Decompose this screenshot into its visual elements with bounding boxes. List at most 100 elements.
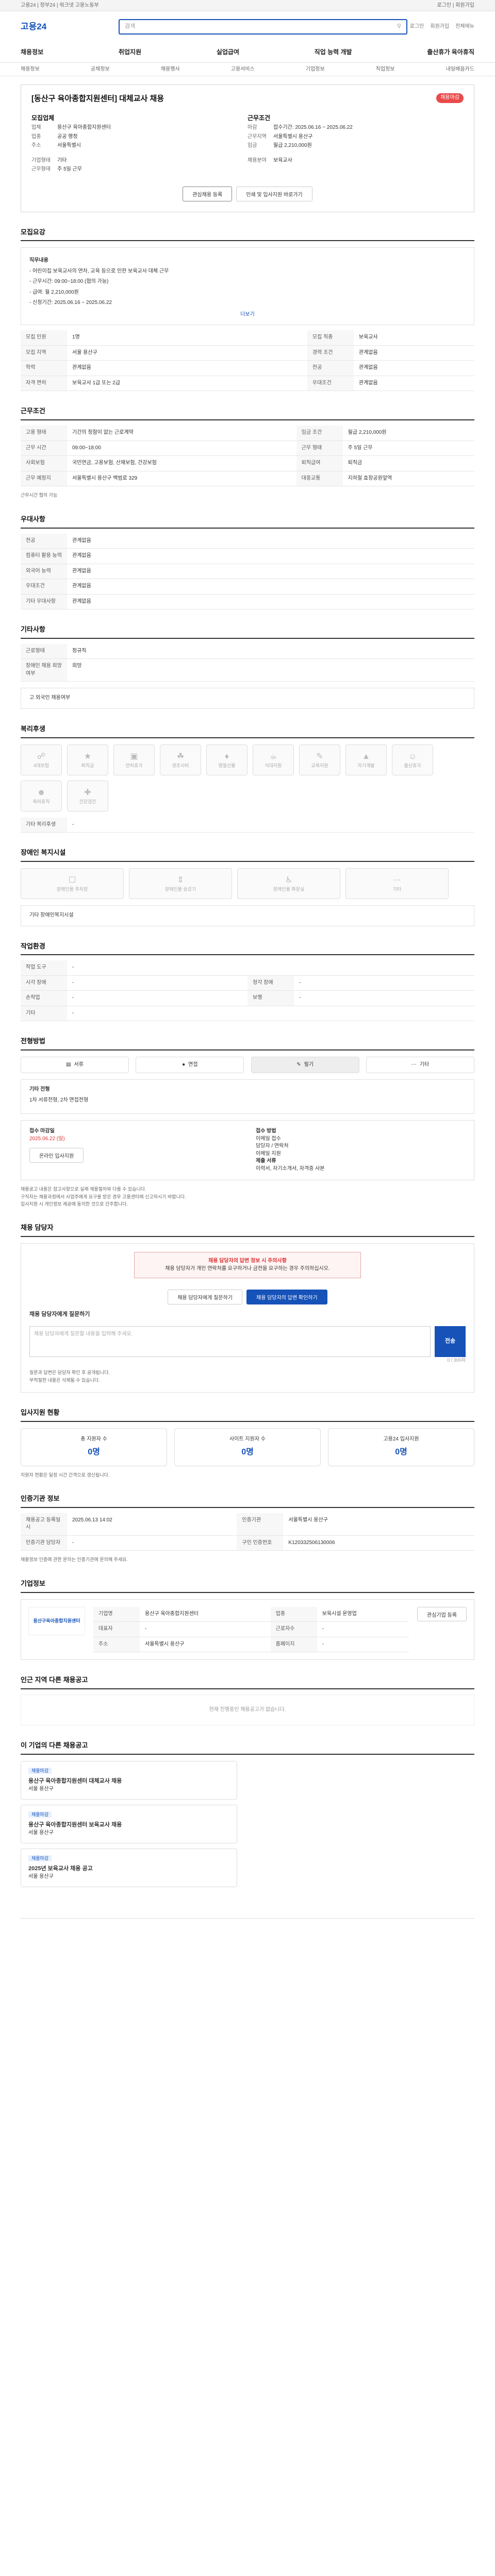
org-box: 용산구육아종합지원센터 기업명 용산구 육아종합지원센터 업종 보육시설 운영업 대표… [21, 1599, 474, 1660]
th: 인증기관 [237, 1513, 284, 1536]
subnav-item[interactable]: 기업정보 [306, 63, 325, 76]
apply-email: 이메일 지원 [256, 1150, 281, 1157]
td: 관계없음 [353, 376, 474, 392]
th: 홈페이지 [270, 1637, 317, 1653]
th: 작업 도구 [21, 960, 67, 976]
online-apply-button[interactable]: 온라인 입사지원 [29, 1148, 84, 1163]
welfare-item: ☍ 4대보험 [21, 744, 62, 775]
th: 청각 장애 [248, 975, 294, 991]
ask-button[interactable]: 채용 담당자에게 질문하기 [168, 1290, 242, 1305]
warning-box: 채용 담당자의 답변 정보 시 주의사항 채용 담당자가 개인 연락처를 요구하… [134, 1252, 361, 1279]
th: 사회보험 [21, 455, 67, 471]
subnav-item[interactable]: 공채정보 [91, 63, 110, 76]
section-title: 작업환경 [21, 942, 474, 956]
company-label: 모집업체 [31, 114, 55, 122]
insurance-icon: ☍ [37, 752, 46, 761]
subnav-item[interactable]: 채용행사 [161, 63, 180, 76]
util-links: 로그인 회원가입 전체메뉴 [410, 23, 474, 31]
follow-org-button[interactable]: 관심기업 등록 [417, 1606, 467, 1621]
question-input[interactable]: 채용 담당자에게 질문할 내용을 입력해 주세요. [29, 1326, 431, 1358]
search-input[interactable]: 검색 ⚲ [119, 19, 407, 35]
site-logo[interactable]: 고용24 [21, 21, 62, 33]
step-written: ✎ 필기 [251, 1057, 359, 1074]
apply-docs-label: 제출 서류 [256, 1158, 276, 1164]
welfare-item: ✚ 건강검진 [67, 780, 108, 811]
job-card[interactable]: 채용마감 2025년 보육교사 채용 공고 서울 용산구 [21, 1849, 237, 1888]
subnav-item[interactable]: 내일배움카드 [446, 63, 474, 76]
facility-label: 장애인용 승강기 [164, 887, 196, 892]
gnb-item[interactable]: 출산휴가 육아휴직 [427, 48, 474, 57]
subnav-item[interactable]: 채용정보 [21, 63, 40, 76]
td: - [67, 817, 474, 833]
util-login[interactable]: 로그인 [410, 23, 424, 31]
card-title[interactable]: 용산구 육아종합지원센터 대체교사 채용 [28, 1777, 229, 1786]
facility-item: ♿ 장애인용 화장실 [237, 868, 340, 900]
th: 근로형태 [21, 643, 67, 659]
card-tag: 채용마감 [28, 1768, 52, 1774]
card-title[interactable]: 용산구 육아종합지원센터 보육교사 채용 [28, 1821, 229, 1829]
th: 근무 예정지 [21, 471, 67, 487]
notice-line: 구직자는 채용과정에서 사업주에게 요구를 받은 경우 고용센터에 신고하시기 … [21, 1194, 186, 1199]
job-summary: [동산구 육아종합지원센터] 대체교사 채용 채용마감 모집업체 업체 용산구 육… [21, 84, 474, 212]
welfare-label: 건강검진 [79, 799, 96, 804]
td: 퇴직금 [342, 455, 474, 471]
util-join[interactable]: 회원가입 [430, 23, 449, 31]
notice-line: 질문과 답변은 담당자 확인 후 공개됩니다. [29, 1370, 110, 1376]
notice-line: 입사지원 시 개인정보 제공에 동의한 것으로 간주합니다. [21, 1201, 128, 1207]
td: 보육교사 [353, 330, 474, 346]
util-menu[interactable]: 전체메뉴 [455, 23, 474, 31]
family-icon: ☻ [37, 788, 46, 797]
kv-key: 주소 [31, 143, 41, 149]
org-logo: 용산구육아종합지원센터 [28, 1606, 85, 1635]
td: 관계없음 [67, 548, 474, 564]
welfare-item: ▣ 연차휴가 [113, 744, 155, 775]
gnb-item[interactable]: 채용정보 [21, 48, 43, 57]
td: 희망 [67, 658, 474, 682]
facility-label: 기타 [392, 887, 402, 892]
search-icon[interactable]: ⚲ [397, 23, 401, 31]
td: 관계없음 [353, 360, 474, 376]
subnav-item[interactable]: 고용서비스 [231, 63, 255, 76]
notice-line: 채용공고 내용은 참고사항으로 실제 채용절차와 다를 수 있습니다. [21, 1187, 146, 1192]
job-card[interactable]: 채용마감 용산구 육아종합지원센터 대체교사 채용 서울 용산구 [21, 1761, 237, 1800]
th: 장애인 채용 희망 여부 [21, 658, 67, 682]
gnb-item[interactable]: 실업급여 [217, 48, 239, 57]
process-steps: ▤ 서류 ● 면접 ✎ 필기 ⋯ 기타 [21, 1057, 474, 1074]
welfare-item: ☻ 육아휴직 [21, 780, 62, 811]
card-title[interactable]: 2025년 보육교사 채용 공고 [28, 1865, 229, 1873]
th: 주소 [93, 1637, 140, 1653]
th: 채용공고 등록일시 [21, 1513, 67, 1536]
td: - [317, 1621, 409, 1637]
stat-card: 고용24 입사지원 0명 [328, 1428, 474, 1466]
step-label: 필기 [304, 1062, 314, 1068]
gift-icon: ☘ [176, 752, 185, 761]
gnb-item[interactable]: 취업지원 [119, 48, 141, 57]
save-job-button[interactable]: 관심채용 등록 [183, 186, 233, 201]
gnb-item[interactable]: 직업 능력 개발 [315, 48, 352, 57]
card-tag: 채용마감 [28, 1855, 52, 1862]
stat-value: 0명 [241, 1448, 254, 1457]
send-button[interactable]: 전송 [435, 1326, 466, 1358]
th: 우대조건 [21, 579, 67, 595]
top-right[interactable]: 로그인 | 회원가입 [437, 0, 474, 11]
welfare-item: ☘ 경조사비 [160, 744, 201, 775]
kv-val: 보육교사 [273, 157, 292, 163]
answer-button[interactable]: 채용 담당자의 답변 확인하기 [246, 1290, 327, 1305]
welfare-label: 식대지원 [265, 762, 282, 768]
th: 구인 인증번호 [237, 1535, 284, 1551]
td: 관계없음 [353, 345, 474, 361]
kv-key: 마감 [248, 125, 257, 131]
step-document: ▤ 서류 [21, 1057, 129, 1074]
search-placeholder: 검색 [125, 23, 136, 30]
more-button[interactable]: 더보기 [29, 311, 466, 319]
kv-val: 주 5일 근무 [57, 166, 82, 173]
print-button[interactable]: 인쇄 및 입사지원 바로가기 [236, 186, 312, 201]
warning-title: 채용 담당자의 답변 정보 시 주의사항 [208, 1258, 287, 1264]
desc-line: - 근무시간: 09:00~18:00 (협의 가능) [29, 279, 109, 285]
welfare-label: 연차휴가 [125, 762, 143, 768]
subnav-item[interactable]: 직업정보 [376, 63, 395, 76]
th: 경력 조건 [307, 345, 354, 361]
welfare-label: 교육지원 [311, 762, 328, 768]
facility-label: 장애인용 주차장 [56, 887, 88, 892]
job-card[interactable]: 채용마감 용산구 육아종합지원센터 보육교사 채용 서울 용산구 [21, 1805, 237, 1844]
